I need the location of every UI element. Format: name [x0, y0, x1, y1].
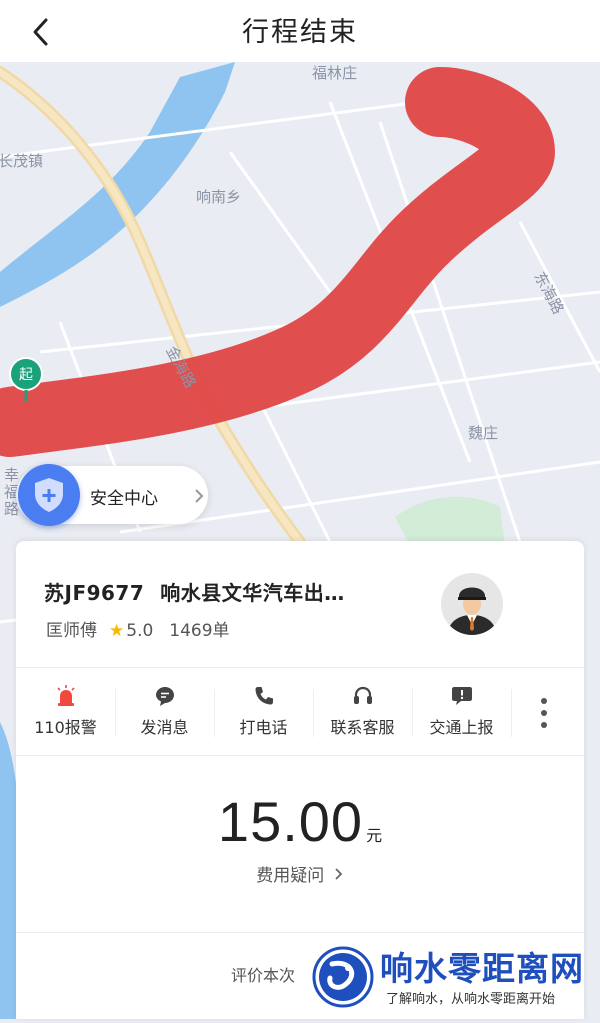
watermark-title: 响水零距离网	[380, 949, 584, 988]
watermark-logo	[312, 946, 374, 1008]
divider	[16, 667, 584, 668]
map-label-fulin: 福林庄	[312, 64, 358, 82]
start-pin-label: 起	[19, 367, 33, 383]
map-label-xiangnan: 响南乡	[196, 188, 242, 206]
fare-amount: 15.00	[217, 790, 364, 853]
watermark: 响水零距离网 了解响水，从响水零距离开始	[310, 942, 600, 1019]
watermark-subtitle: 了解响水，从响水零距离开始	[386, 992, 556, 1007]
report-icon	[451, 687, 472, 705]
star-icon: ★	[109, 621, 125, 641]
fare-unit: 元	[366, 826, 383, 845]
traffic-report-button[interactable]: 交通上报	[412, 685, 511, 745]
headset-icon	[353, 686, 372, 704]
more-options-icon[interactable]	[532, 695, 556, 731]
chevron-right-icon	[195, 489, 204, 503]
phone-call-button[interactable]: 打电话	[214, 685, 313, 745]
send-message-button[interactable]: 发消息	[115, 685, 214, 745]
license-plate: 苏JF9677	[44, 581, 145, 605]
divider	[16, 932, 584, 933]
customer-service-button[interactable]: 联系客服	[313, 685, 412, 745]
driver-info: 匡师傅 ★ 5.0 1469单	[46, 616, 230, 641]
map-label-changmao: 长茂镇	[0, 152, 44, 170]
alarm-icon	[56, 685, 75, 706]
fare-question-label: 费用疑问	[256, 866, 325, 886]
map-label-weizhuang: 魏庄	[468, 424, 499, 442]
rate-trip-prompt[interactable]: 评价本次	[231, 962, 295, 986]
page-title: 行程结束	[242, 17, 358, 48]
call-police-button[interactable]: 110报警	[16, 685, 115, 745]
separator	[511, 689, 512, 737]
phone-call-label: 打电话	[239, 718, 288, 737]
driver-name: 匡师傅	[46, 621, 97, 641]
driver-rating: 5.0	[126, 621, 154, 641]
safety-center-button[interactable]: 安全中心	[16, 464, 208, 526]
customer-service-label: 联系客服	[330, 718, 395, 737]
traffic-report-label: 交通上报	[429, 718, 494, 737]
fare-display: 15.00 元	[16, 789, 584, 854]
safety-center-label: 安全中心	[90, 489, 158, 509]
message-icon	[155, 687, 174, 706]
driver-orders: 1469单	[169, 621, 230, 641]
fare-question-link[interactable]: 费用疑问	[16, 861, 584, 886]
send-message-label: 发消息	[140, 718, 189, 737]
driver-avatar[interactable]	[441, 573, 503, 635]
divider	[16, 755, 584, 756]
shield-icon	[18, 464, 80, 526]
call-police-label: 110报警	[34, 718, 97, 737]
top-bar: 行程结束	[0, 0, 600, 62]
phone-icon	[255, 687, 273, 705]
action-bar: 110报警 发消息 打电话 联系客服 交通上报	[16, 671, 584, 753]
vehicle-info: 苏JF9677 响水县文华汽车出…	[44, 577, 345, 606]
chevron-right-icon	[335, 868, 342, 880]
taxi-company: 响水县文华汽车出…	[160, 581, 345, 605]
